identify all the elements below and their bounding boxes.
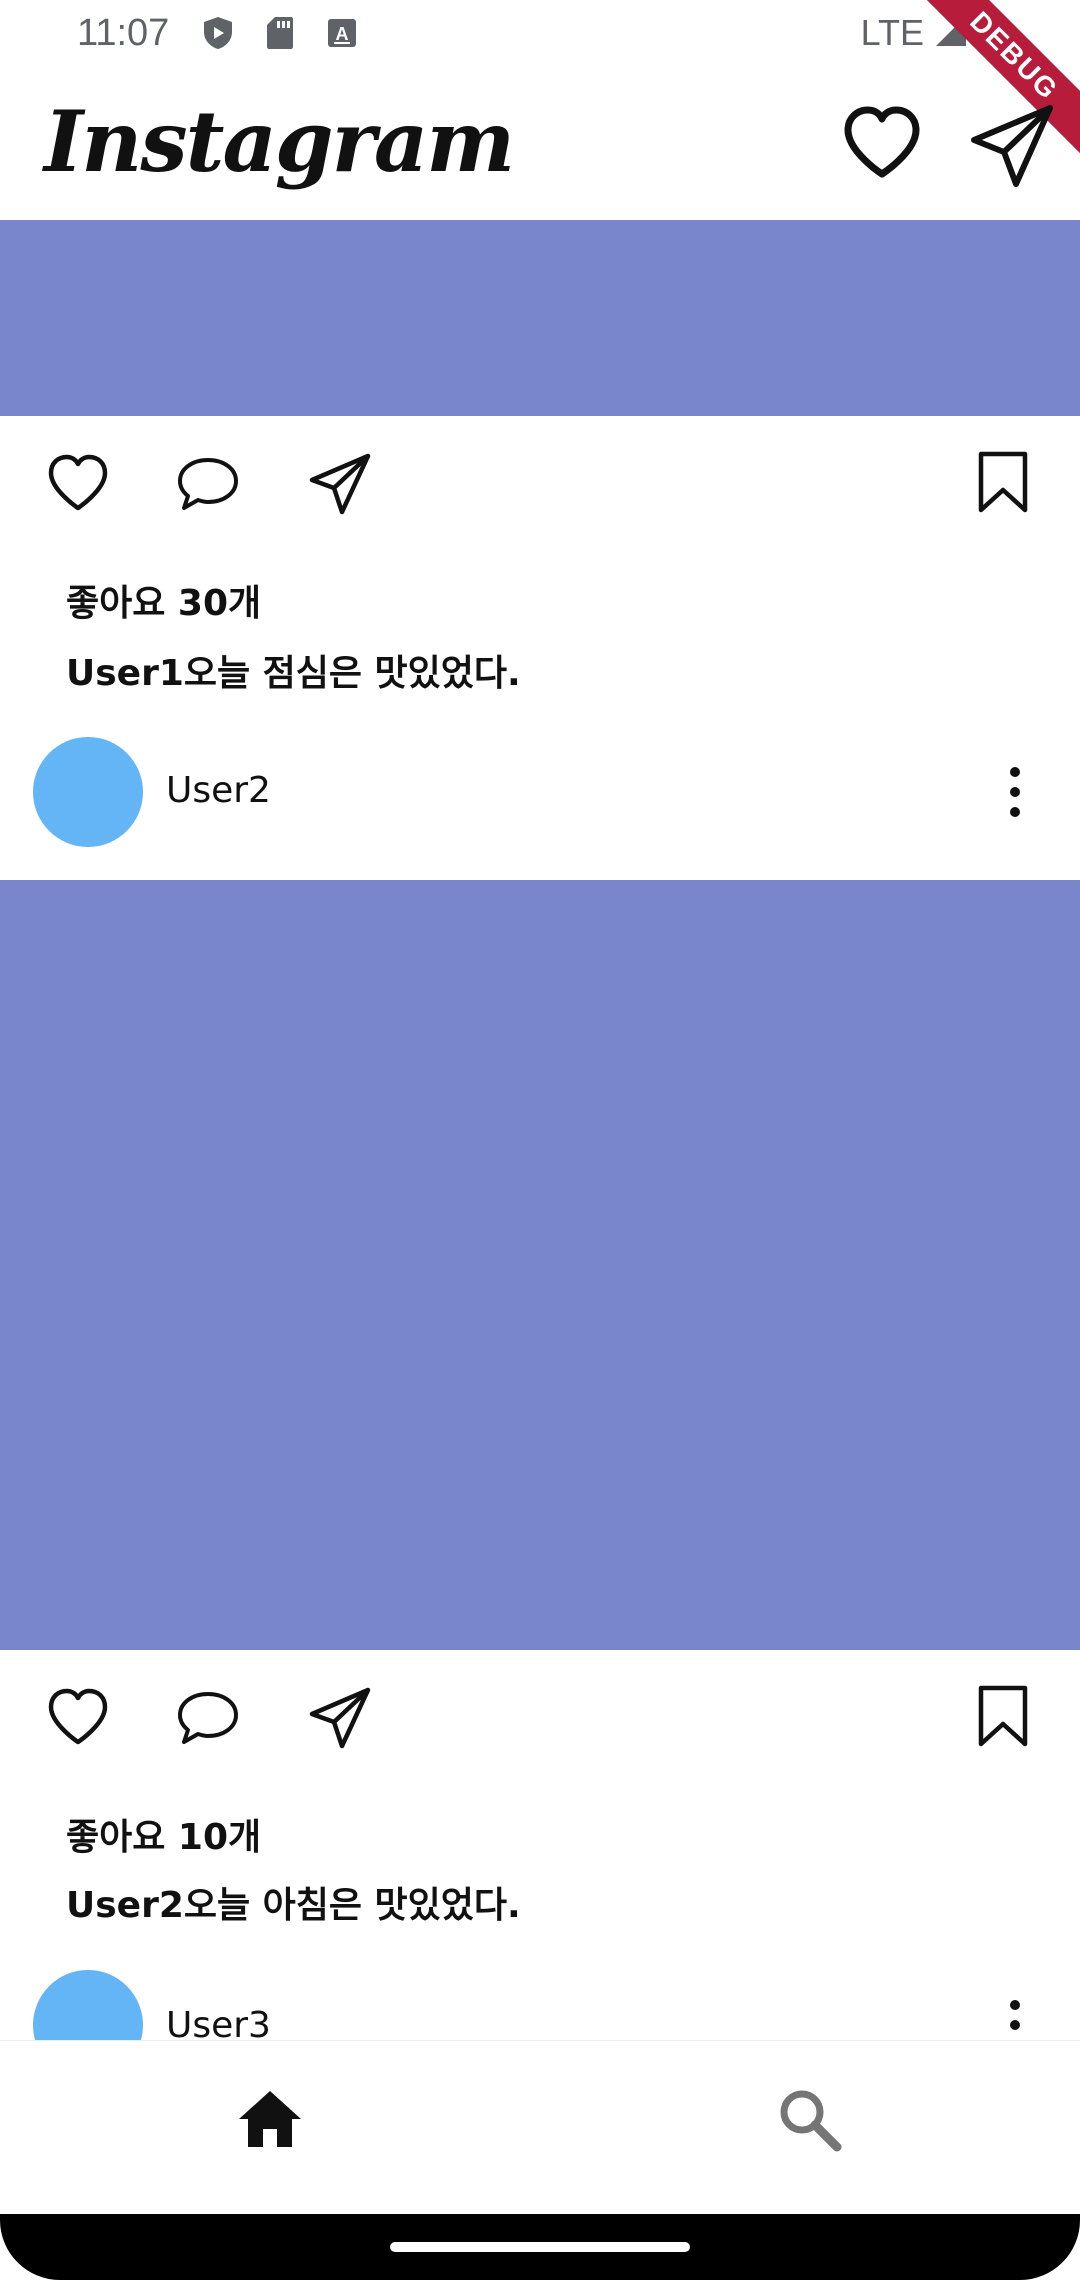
like-icon[interactable] <box>46 1686 110 1750</box>
sd-card-icon <box>262 15 298 51</box>
heart-icon[interactable] <box>842 104 922 184</box>
post-actions <box>0 1674 1080 1784</box>
bookmark-icon[interactable] <box>971 1684 1035 1748</box>
send-icon[interactable] <box>970 104 1054 188</box>
avatar[interactable] <box>33 1970 143 2040</box>
avatar[interactable] <box>33 737 143 847</box>
status-icons-left: A <box>200 15 360 51</box>
likes-count: 좋아요 30개 <box>66 583 262 624</box>
shield-icon <box>200 15 236 51</box>
post-header: User3 <box>0 1965 1080 2040</box>
likes-count: 좋아요 10개 <box>66 1817 262 1858</box>
like-icon[interactable] <box>46 452 110 516</box>
svg-text:A: A <box>336 24 349 44</box>
username[interactable]: User3 <box>166 2005 271 2040</box>
post-caption: User2오늘 아침은 맛있었다. <box>66 1885 521 1926</box>
status-time: 11:07 <box>77 12 170 54</box>
network-type: LTE <box>860 12 924 53</box>
post-image[interactable] <box>0 880 1080 1650</box>
post-caption: User1오늘 점심은 맛있었다. <box>66 653 521 694</box>
bookmark-icon[interactable] <box>971 450 1035 514</box>
more-options-icon[interactable] <box>1000 1995 1030 2040</box>
post-header: User2 <box>0 732 1080 852</box>
comment-icon[interactable] <box>176 452 240 516</box>
search-icon[interactable] <box>775 2085 845 2155</box>
share-icon[interactable] <box>308 452 372 516</box>
keyboard-a-icon: A <box>324 15 360 51</box>
bottom-navigation <box>0 2040 1080 2214</box>
status-bar: 11:07 A LTE DEBUG <box>0 0 1080 164</box>
post-image[interactable] <box>0 220 1080 416</box>
gesture-navigation-area <box>0 2214 1080 2280</box>
home-gesture-bar[interactable] <box>390 2242 690 2252</box>
username[interactable]: User2 <box>166 770 271 811</box>
post-actions <box>0 440 1080 550</box>
app-logo: Instagram <box>44 92 515 191</box>
more-options-icon[interactable] <box>1000 762 1030 822</box>
share-icon[interactable] <box>308 1686 372 1750</box>
home-icon[interactable] <box>235 2085 305 2155</box>
comment-icon[interactable] <box>176 1686 240 1750</box>
feed[interactable]: 좋아요 30개 User1오늘 점심은 맛있었다. User2 좋아요 10개 … <box>0 220 1080 2040</box>
app-bar: Instagram <box>0 72 1080 220</box>
